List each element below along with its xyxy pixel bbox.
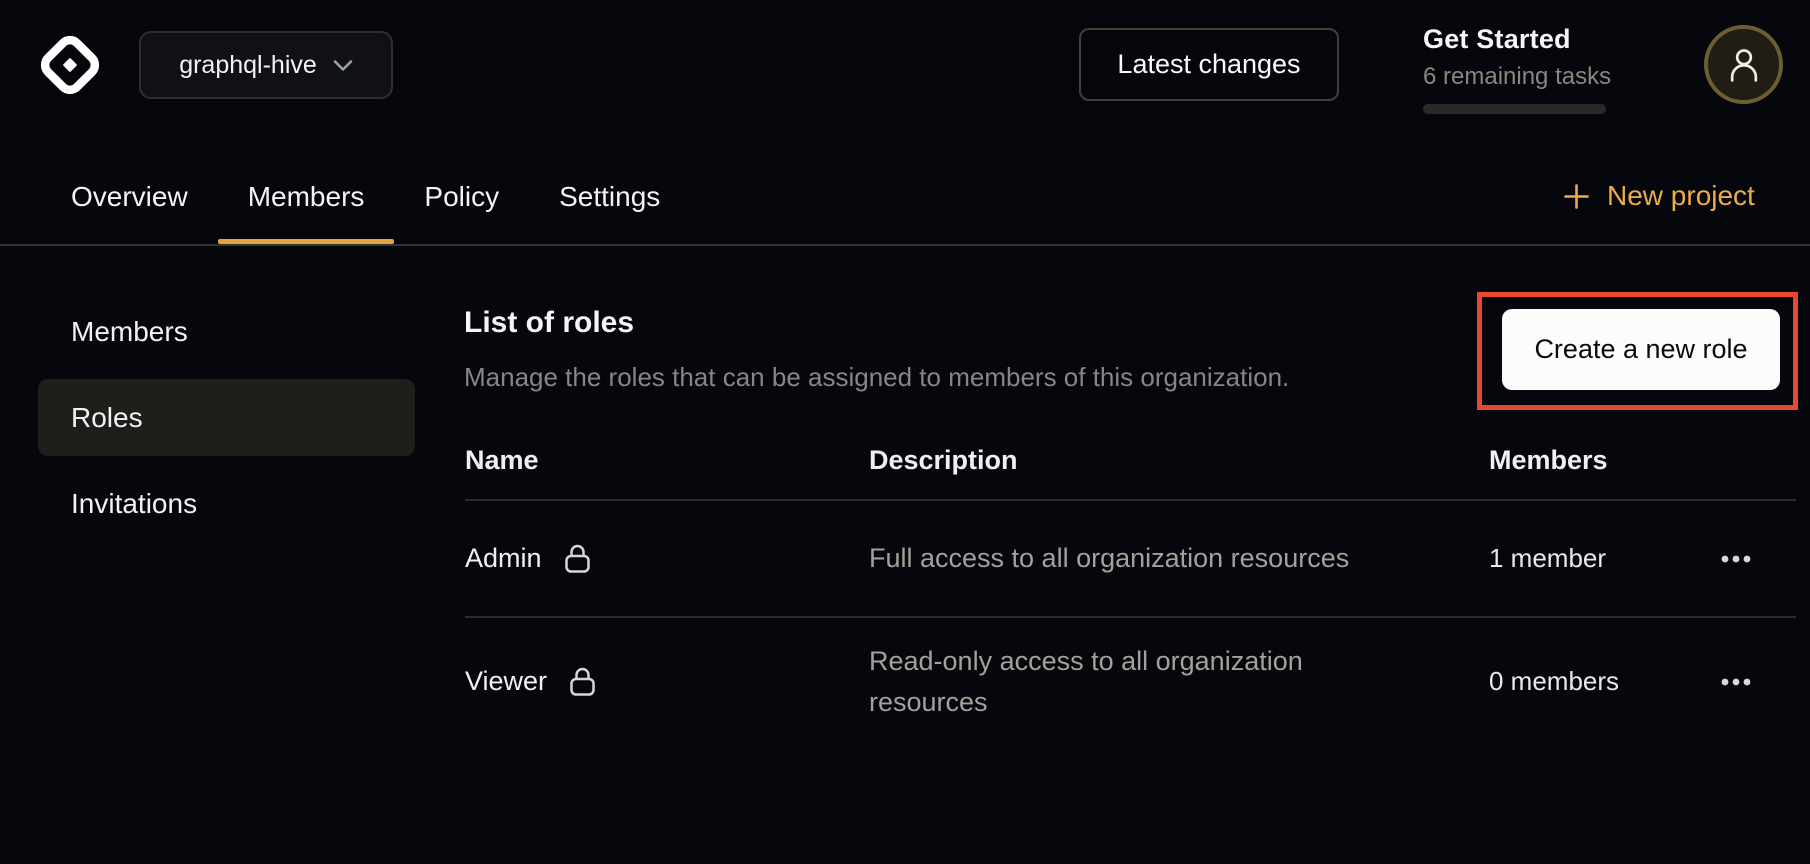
tab-policy-label: Policy [424,181,499,213]
lock-icon [564,543,591,574]
column-header-description: Description [869,445,1489,476]
hive-logo-icon[interactable] [38,33,102,97]
column-header-name: Name [465,445,869,476]
role-name: Viewer [465,666,547,697]
chevron-down-icon [333,59,353,72]
new-project-label: New project [1607,180,1755,212]
avatar-button[interactable] [1704,25,1783,104]
row-actions-button[interactable] [1711,668,1761,696]
org-tab-bar: Overview Members Policy Settings [41,150,690,244]
ellipsis-icon [1721,555,1751,563]
new-project-button[interactable]: New project [1563,174,1755,218]
create-role-button[interactable]: Create a new role [1502,309,1780,390]
table-row-viewer: Viewer Read-only access to all organizat… [465,618,1796,745]
ellipsis-icon [1721,678,1751,686]
table-header-row: Name Description Members [465,422,1796,501]
role-name-cell: Admin [465,543,869,574]
get-started-widget[interactable]: Get Started 6 remaining tasks [1423,24,1623,114]
role-name-cell: Viewer [465,666,869,697]
roles-table: Name Description Members Admin Full acce… [465,422,1796,745]
tab-policy[interactable]: Policy [394,150,529,244]
tab-overview[interactable]: Overview [41,150,218,244]
sidebar-item-members-label: Members [71,316,188,348]
hive-app: graphql-hive Latest changes Get Started … [0,0,1810,864]
latest-changes-button[interactable]: Latest changes [1079,28,1339,101]
tab-members[interactable]: Members [218,150,395,244]
org-name-label: graphql-hive [179,51,317,80]
lock-icon [569,666,596,697]
user-icon [1728,47,1760,83]
role-description: Read-only access to all organization res… [869,641,1489,723]
tab-bar-divider [0,244,1810,246]
get-started-progressbar [1423,104,1606,114]
role-members-count: 1 member [1489,543,1676,574]
role-name: Admin [465,543,542,574]
role-members-count: 0 members [1489,666,1676,697]
org-switcher-button[interactable]: graphql-hive [139,31,393,99]
get-started-subtitle: 6 remaining tasks [1423,63,1623,91]
row-actions-button[interactable] [1711,545,1761,573]
members-sidebar: Members Roles Invitations [38,293,415,542]
tab-members-label: Members [248,181,365,213]
tab-settings-label: Settings [559,181,660,213]
sidebar-item-members[interactable]: Members [38,293,415,370]
page-title: List of roles [464,306,634,340]
role-description: Full access to all organization resource… [869,538,1489,579]
table-row-admin: Admin Full access to all organization re… [465,501,1796,618]
sidebar-item-roles[interactable]: Roles [38,379,415,456]
latest-changes-label: Latest changes [1117,49,1300,80]
sidebar-item-invitations[interactable]: Invitations [38,465,415,542]
sidebar-item-roles-label: Roles [71,402,143,434]
page-subtitle: Manage the roles that can be assigned to… [464,362,1289,393]
hive-logo-glyph [38,33,102,97]
column-header-members: Members [1489,445,1676,476]
tab-settings[interactable]: Settings [529,150,690,244]
get-started-title: Get Started [1423,24,1623,55]
role-actions-cell [1676,545,1796,573]
tab-overview-label: Overview [71,181,188,213]
role-actions-cell [1676,668,1796,696]
sidebar-item-invitations-label: Invitations [71,488,197,520]
plus-icon [1563,183,1590,210]
